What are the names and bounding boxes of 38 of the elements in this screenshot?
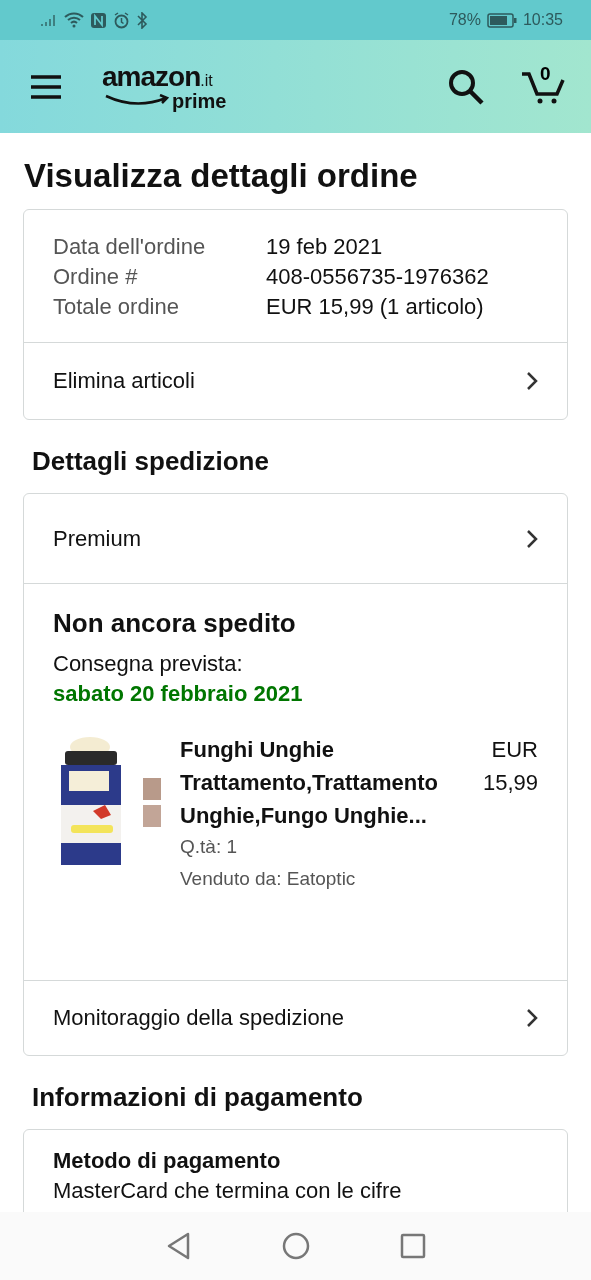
section-heading: Informazioni di pagamento (32, 1082, 364, 1113)
tracking-link[interactable]: Monitoraggio della spedizione (24, 981, 567, 1055)
product-price: EUR 15,99 (481, 736, 538, 797)
order-value: 408-0556735-1976362 (266, 264, 490, 290)
home-button[interactable] (281, 1232, 310, 1260)
chevron-right-icon (525, 1007, 539, 1029)
alarm-icon (113, 11, 130, 29)
remove-items-link[interactable]: Elimina articoli (24, 343, 567, 419)
payment-method-value: MasterCard che termina con le cifre (53, 1178, 403, 1204)
payment-method-label: Metodo di pagamento (53, 1148, 282, 1174)
product-seller: Venduto da: Eatoptic (180, 868, 357, 890)
signal-icon (40, 13, 58, 27)
battery-icon (486, 12, 517, 28)
delivery-date: sabato 20 febbraio 2021 (53, 681, 304, 707)
wifi-icon (64, 12, 84, 28)
product-title[interactable]: Funghi Unghie Trattamento,Trattamento Unghie,Fungo Unghie... (180, 733, 475, 832)
recents-button[interactable] (399, 1233, 426, 1259)
order-label: Totale ordine (53, 294, 180, 320)
nfc-icon (90, 11, 107, 29)
order-value: EUR 15,99 (1 articolo) (266, 294, 485, 320)
shipping-method-link[interactable]: Premium (24, 494, 567, 584)
chevron-right-icon (525, 370, 539, 392)
menu-button[interactable] (30, 74, 62, 99)
search-button[interactable] (447, 67, 485, 106)
product-quantity: Q.tà: 1 (180, 836, 239, 858)
page-title: Visualizza dettagli ordine (24, 157, 419, 195)
battery-percent: 78% (448, 11, 481, 29)
delivery-label: Consegna prevista: (53, 651, 244, 677)
back-button[interactable] (165, 1232, 192, 1260)
bluetooth-icon (136, 11, 148, 29)
clock: 10:35 (522, 11, 563, 29)
shipment-status: Non ancora spedito (53, 608, 297, 639)
chevron-right-icon (525, 527, 539, 550)
amazon-prime-logo[interactable]: amazon.it prime (102, 62, 242, 111)
section-heading: Dettagli spedizione (32, 446, 270, 477)
order-label: Data dell'ordine (53, 234, 207, 260)
order-label: Ordine # (53, 264, 139, 290)
order-value: 19 feb 2021 (266, 234, 384, 260)
